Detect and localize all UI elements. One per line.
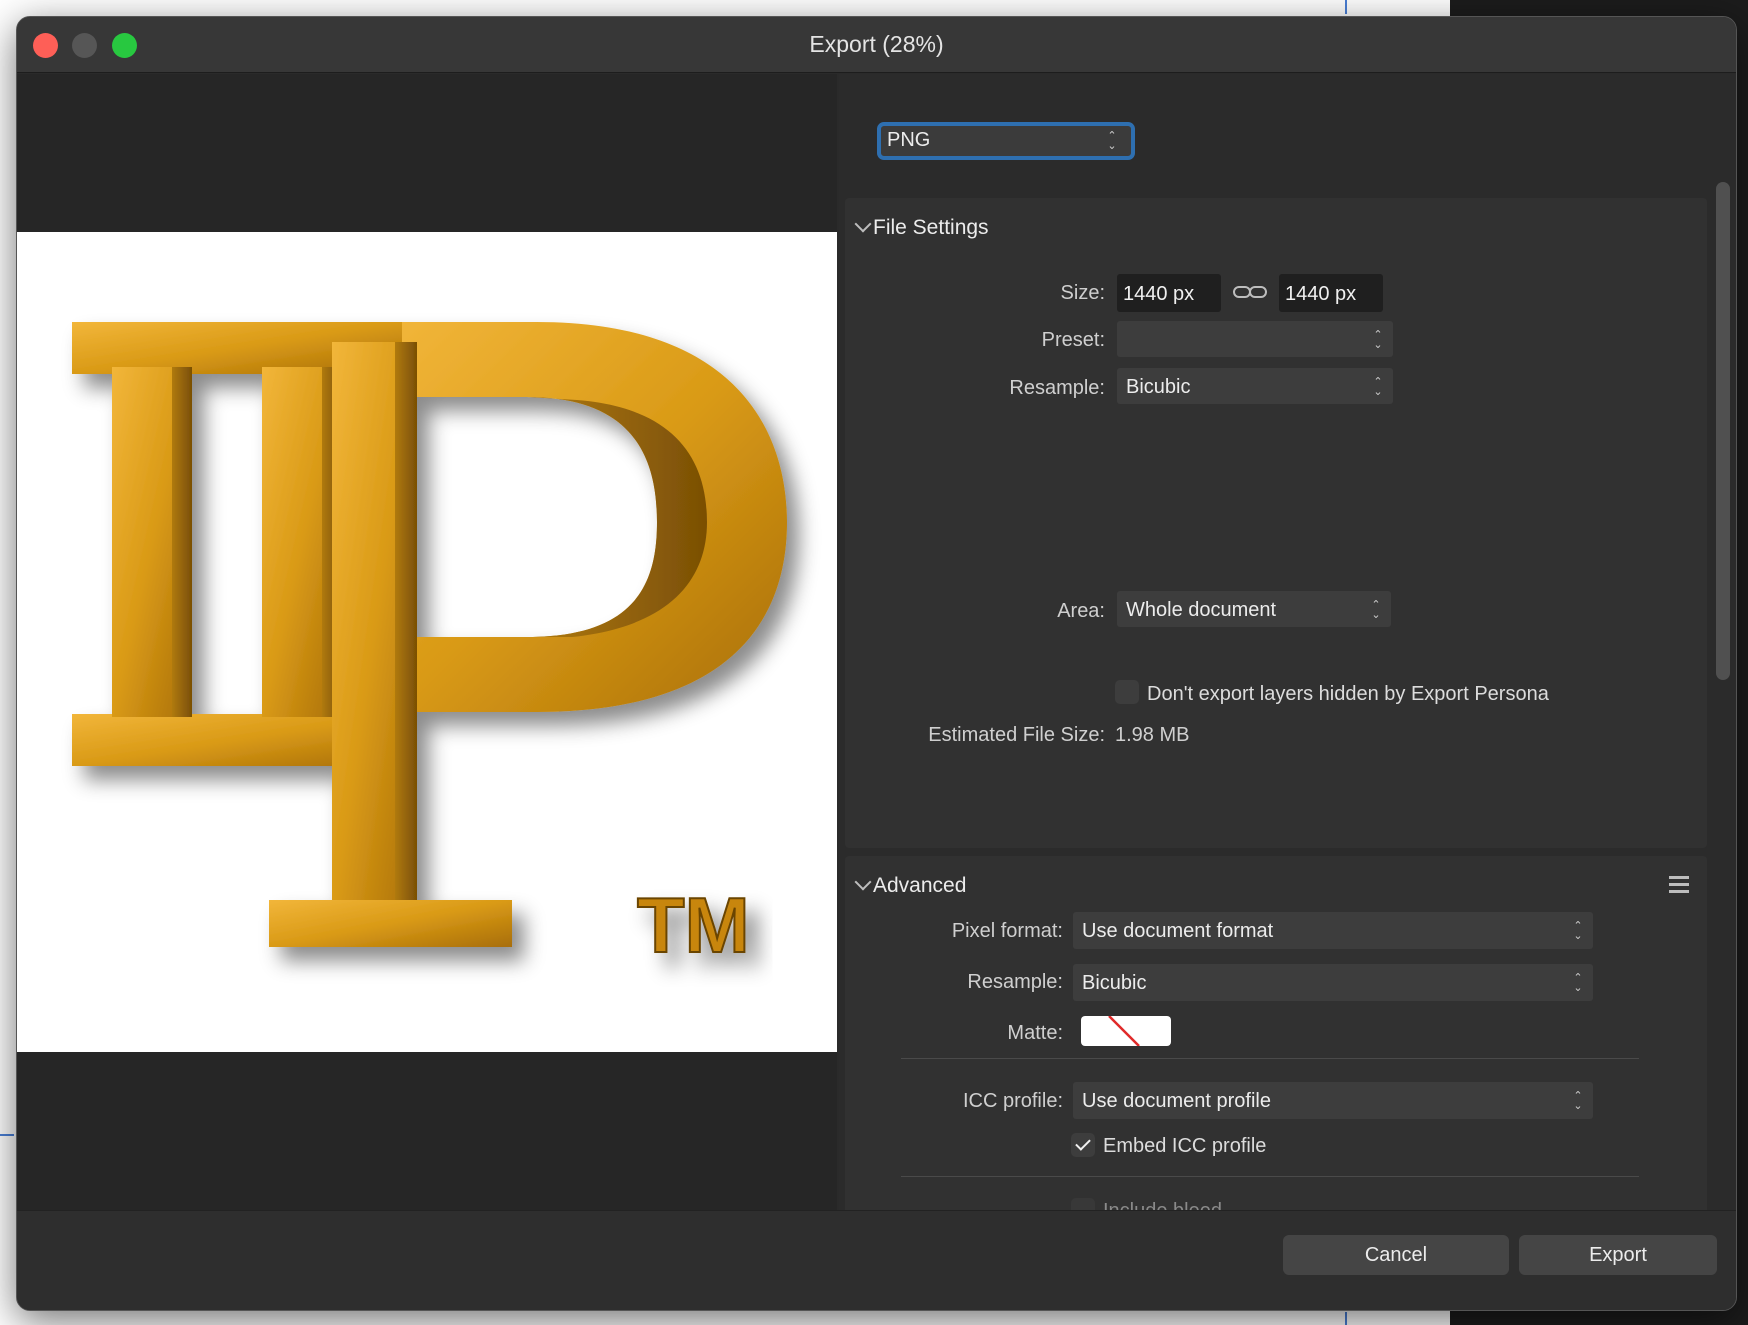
dialog-footer: Cancel Export	[17, 1210, 1736, 1310]
updown-arrows-icon: ⌃ ⌄	[1107, 130, 1117, 152]
updown-arrows-icon: ⌃ ⌄	[1373, 376, 1383, 398]
file-settings-heading[interactable]: File Settings	[873, 216, 989, 240]
embed-icc-label[interactable]: Embed ICC profile	[1103, 1135, 1266, 1158]
icc-profile-select[interactable]: Use document profile ⌃ ⌄	[1073, 1082, 1593, 1119]
background-guide-line	[1345, 0, 1347, 14]
pixel-format-select[interactable]: Use document format ⌃ ⌄	[1073, 912, 1593, 949]
hidden-layers-checkbox[interactable]	[1115, 680, 1139, 704]
size-label: Size:	[1060, 282, 1105, 304]
chevron-down-icon[interactable]	[854, 215, 872, 233]
panel-scrollbar[interactable]	[1716, 182, 1730, 680]
link-icon[interactable]	[1233, 284, 1267, 300]
export-dialog: Export (28%) TM PNG ⌃ ⌄ File Settings Si…	[16, 16, 1737, 1311]
advanced-resample-label: Resample:	[967, 971, 1063, 993]
divider	[901, 1058, 1639, 1059]
cancel-button[interactable]: Cancel	[1283, 1235, 1509, 1275]
estimated-size-value: 1.98 MB	[1115, 724, 1190, 746]
advanced-resample-select[interactable]: Bicubic ⌃ ⌄	[1073, 964, 1593, 1001]
title-bar: Export (28%)	[17, 17, 1736, 73]
embed-icc-checkbox[interactable]	[1071, 1133, 1095, 1157]
background-guide-line	[0, 1134, 14, 1136]
resample-label: Resample:	[1009, 377, 1105, 399]
include-bleed-label[interactable]: Include bleed	[1103, 1200, 1222, 1210]
area-label: Area:	[1057, 600, 1105, 622]
height-field[interactable]: 1440 px	[1279, 274, 1383, 312]
menu-icon[interactable]	[1669, 876, 1689, 894]
updown-arrows-icon: ⌃ ⌄	[1573, 920, 1583, 942]
width-field[interactable]: 1440 px	[1117, 274, 1221, 312]
preview-image: TM	[17, 232, 837, 1052]
advanced-section: Advanced Pixel format: Use document form…	[845, 856, 1707, 1210]
updown-arrows-icon: ⌃ ⌄	[1373, 329, 1383, 351]
advanced-heading[interactable]: Advanced	[873, 874, 966, 898]
updown-arrows-icon: ⌃ ⌄	[1573, 1090, 1583, 1112]
pixel-format-value: Use document format	[1082, 920, 1274, 942]
export-button[interactable]: Export	[1519, 1235, 1717, 1275]
area-select[interactable]: Whole document ⌃ ⌄	[1117, 591, 1391, 627]
chevron-down-icon[interactable]	[854, 873, 872, 891]
updown-arrows-icon: ⌃ ⌄	[1573, 972, 1583, 994]
resample-select[interactable]: Bicubic ⌃ ⌄	[1117, 368, 1393, 404]
preset-label: Preset:	[1041, 329, 1105, 351]
pixel-format-label: Pixel format:	[951, 920, 1063, 942]
no-color-icon	[1108, 1016, 1140, 1046]
background-guide-line	[1345, 1312, 1347, 1325]
hidden-layers-label[interactable]: Don't export layers hidden by Export Per…	[1147, 683, 1549, 706]
icc-profile-value: Use document profile	[1082, 1090, 1271, 1112]
file-format-value: PNG	[887, 129, 931, 151]
advanced-resample-value: Bicubic	[1082, 972, 1147, 994]
file-format-select[interactable]: PNG ⌃ ⌄	[877, 122, 1135, 160]
export-preview-pane: TM	[17, 74, 837, 1210]
icc-profile-label: ICC profile:	[962, 1090, 1063, 1112]
trademark-text: TM	[637, 881, 750, 969]
window-title: Export (28%)	[809, 31, 944, 57]
area-value: Whole document	[1126, 599, 1277, 621]
export-settings-panel: PNG ⌃ ⌄ File Settings Size: 1440 px 1440 …	[839, 74, 1736, 1210]
include-bleed-checkbox[interactable]	[1071, 1198, 1095, 1210]
matte-label: Matte:	[1007, 1022, 1063, 1044]
resample-value: Bicubic	[1126, 376, 1191, 398]
divider	[901, 1176, 1639, 1177]
preset-select[interactable]: ⌃ ⌄	[1117, 321, 1393, 357]
estimated-size-label: Estimated File Size:	[928, 724, 1105, 746]
logo-image: TM	[72, 322, 787, 970]
updown-arrows-icon: ⌃ ⌄	[1371, 599, 1381, 621]
matte-color-swatch[interactable]	[1081, 1016, 1171, 1046]
file-settings-section: File Settings Size: 1440 px 1440 px Pres…	[845, 198, 1707, 848]
